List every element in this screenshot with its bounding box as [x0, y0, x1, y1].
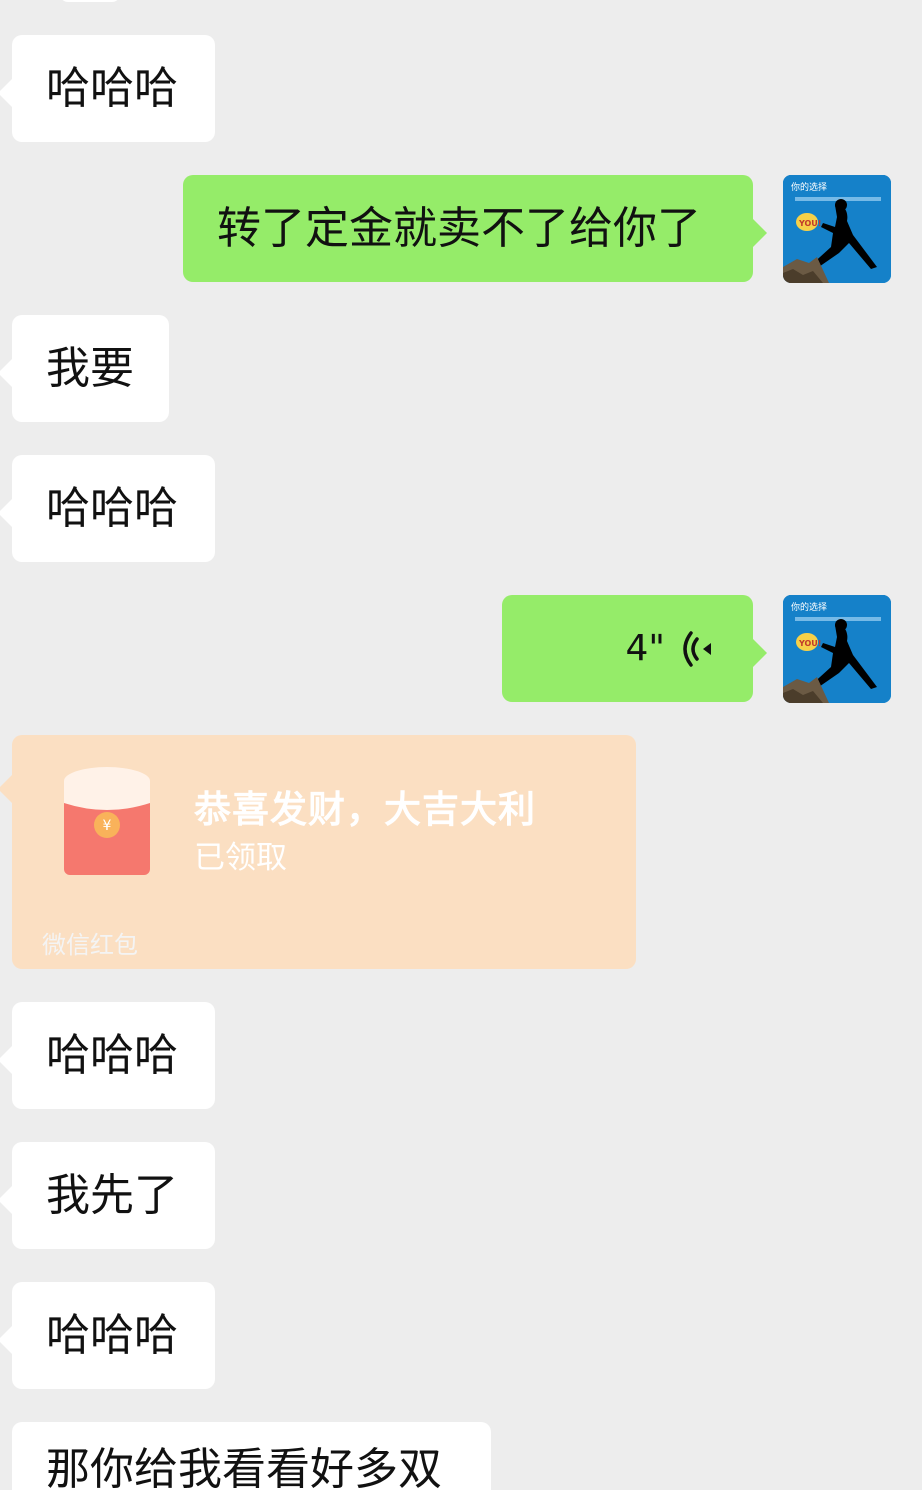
message-text: 哈哈哈	[46, 1309, 178, 1361]
chat-area: 哈哈哈 转了定金就卖不了给你了 你的选择 YOU! 我要 哈哈哈 4" 你的选择…	[0, 0, 922, 1490]
message-bubble-incoming[interactable]: 我先了	[0, 1142, 215, 1249]
my-avatar[interactable]: 你的选择 YOU!	[783, 595, 891, 703]
message-bubble-incoming[interactable]: 哈哈哈	[0, 1002, 215, 1109]
message-bubble-incoming[interactable]: 哈哈哈	[0, 35, 215, 142]
avatar-caption: 你的选择	[791, 601, 827, 613]
message-text: 那你给我看看好多双	[46, 1444, 442, 1490]
avatar-caption: 你的选择	[791, 181, 827, 193]
my-avatar[interactable]: 你的选择 YOU!	[783, 175, 891, 283]
red-packet-message[interactable]: ¥ 恭喜发财，大吉大利 已领取 微信红包	[0, 735, 636, 969]
message-bubble-incoming[interactable]: 我要	[0, 315, 169, 422]
voice-duration: 4"	[625, 627, 665, 669]
svg-text:¥: ¥	[103, 818, 112, 834]
avatar-image: 你的选择 YOU!	[783, 595, 891, 703]
red-packet-footer: 微信红包	[42, 931, 138, 959]
avatar-badge-text: YOU!	[798, 219, 821, 228]
message-text: 哈哈哈	[46, 1029, 178, 1081]
avatar-badge-text: YOU!	[798, 639, 821, 648]
red-packet-title: 恭喜发财，大吉大利	[194, 788, 536, 831]
clipped-message-fragment	[60, 0, 120, 2]
message-bubble-incoming[interactable]: 哈哈哈	[0, 455, 215, 562]
message-text: 哈哈哈	[46, 62, 178, 114]
message-bubble-outgoing[interactable]: 转了定金就卖不了给你了	[183, 175, 767, 282]
red-packet-status: 已领取	[194, 840, 287, 876]
message-text: 我先了	[46, 1169, 178, 1221]
message-text: 转了定金就卖不了给你了	[217, 202, 701, 254]
avatar-image: 你的选择 YOU!	[783, 175, 891, 283]
message-text: 我要	[46, 342, 134, 394]
voice-message-bubble[interactable]: 4"	[502, 595, 767, 702]
voice-wave-icon	[683, 630, 711, 667]
message-bubble-incoming[interactable]: 哈哈哈	[0, 1282, 215, 1389]
red-envelope-icon: ¥	[64, 767, 150, 875]
message-text: 哈哈哈	[46, 482, 178, 534]
message-bubble-incoming[interactable]: 那你给我看看好多双	[12, 1422, 491, 1490]
